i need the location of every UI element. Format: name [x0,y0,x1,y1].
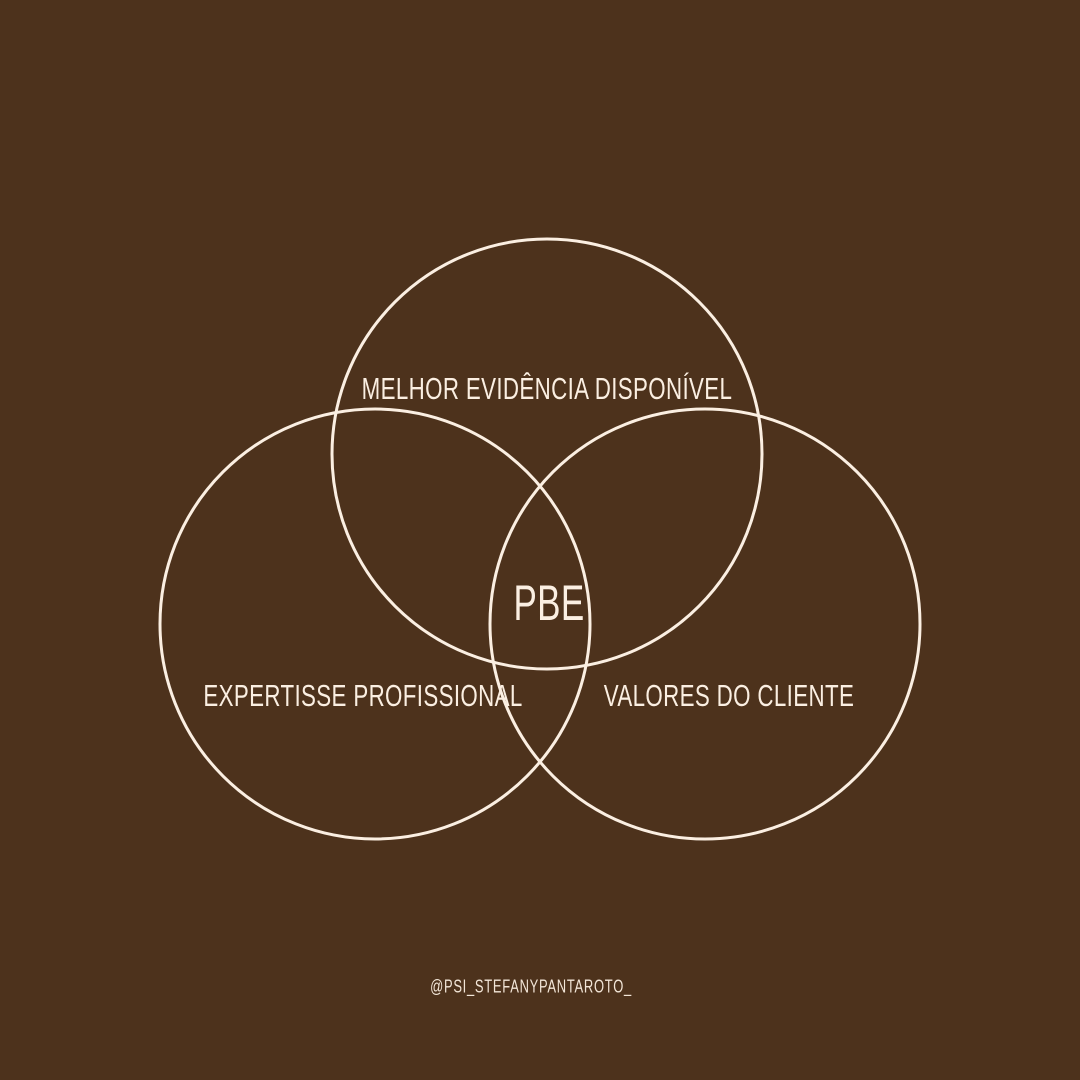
top-circle-label: MELHOR EVIDÊNCIA DISPONÍVEL [361,371,733,406]
left-circle-label: EXPERTISSE PROFISSIONAL [203,678,523,713]
center-intersection-label: PBE [513,575,585,631]
right-circle-label: VALORES DO CLIENTE [603,678,855,713]
venn-diagram [158,237,922,841]
instagram-handle: @PSI_STEFANYPANTAROTO_ [430,976,632,997]
